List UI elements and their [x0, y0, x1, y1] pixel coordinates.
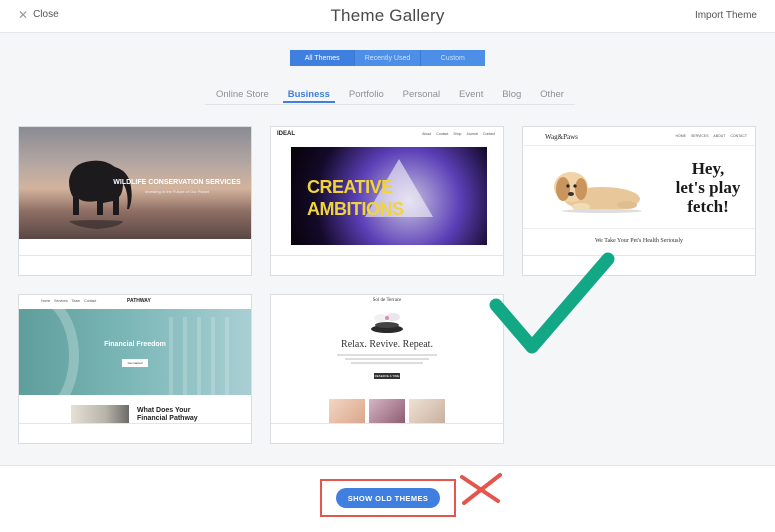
card-footer	[19, 255, 251, 275]
sol-logo: Sol de Terrace	[372, 298, 402, 303]
columns-shape	[169, 317, 239, 395]
sol-heading: Relax. Revive. Repeat.	[341, 339, 433, 350]
segment-recently-used[interactable]: Recently Used	[354, 50, 420, 66]
pathway-heading: Financial Freedom	[104, 341, 166, 348]
wag-hero-text: Hey, let's play fetch!	[663, 159, 753, 216]
wag-hero-line-2: let's play	[675, 178, 741, 197]
gallery-panel: All Themes Recently Used Custom Online S…	[0, 33, 775, 532]
pathway-section-heading: What Does Your Financial Pathway	[137, 407, 198, 423]
creative-nav: About Contact Shop Journal Contact	[422, 132, 495, 136]
tab-event[interactable]: Event	[454, 87, 488, 103]
wag-logo: Wag&Paws	[545, 133, 578, 141]
theme-card-creative[interactable]: IDEAL About Contact Shop Journal Contact…	[270, 126, 504, 276]
red-x-icon	[460, 473, 502, 505]
page-title: Theme Gallery	[330, 6, 445, 25]
orchid-stones-icon	[371, 313, 403, 333]
theme-thumbnail: WILDLIFE CONSERVATION SERVICES Investing…	[19, 127, 251, 255]
pathway-section-line-1: What Does Your	[137, 407, 191, 414]
theme-thumbnail: Sol de Terrace Relax. Revive. Repeat. RE…	[271, 295, 503, 423]
tab-personal[interactable]: Personal	[398, 87, 446, 103]
pathway-section-image	[71, 405, 129, 423]
creative-line-2: AMBITIONS	[307, 199, 404, 219]
category-tabs: Online Store Business Portfolio Personal…	[205, 87, 575, 105]
wag-subheading: We Take Your Pet's Health Seriously	[594, 238, 684, 244]
sol-photo-1	[329, 399, 365, 423]
wag-nav: HOME SERVICES ABOUT CONTACT	[675, 134, 747, 138]
theme-thumbnail: Wag&Paws HOME SERVICES ABOUT CONTACT Hey…	[523, 127, 755, 255]
wag-hero-line-1: Hey,	[691, 159, 725, 178]
pathway-nav: Home Services Team Contact	[41, 299, 97, 303]
creative-logo: IDEAL	[277, 131, 295, 137]
card-footer	[19, 423, 251, 443]
sol-photo-3	[409, 399, 445, 423]
puppy-icon	[554, 172, 642, 213]
theme-thumbnail: Home Services Team Contact PATHWAY Finan…	[19, 295, 251, 423]
card-footer	[271, 423, 503, 443]
tab-blog[interactable]: Blog	[497, 87, 526, 103]
theme-card-wildlife[interactable]: WILDLIFE CONSERVATION SERVICES Investing…	[18, 126, 252, 276]
card-footer	[271, 255, 503, 275]
import-theme-button[interactable]: Import Theme	[695, 10, 757, 21]
tab-online-store[interactable]: Online Store	[211, 87, 274, 103]
theme-card-pathway[interactable]: Home Services Team Contact PATHWAY Finan…	[18, 294, 252, 444]
wildlife-subheading: Investing in the Future of Our Planet	[144, 189, 210, 194]
segment-all-themes[interactable]: All Themes	[290, 50, 355, 66]
filter-segmented-control: All Themes Recently Used Custom	[290, 50, 485, 66]
theme-thumbnail: IDEAL About Contact Shop Journal Contact…	[271, 127, 503, 255]
creative-line-1: CREATIVE	[307, 177, 393, 197]
sol-body-text-placeholder	[337, 353, 437, 366]
pathway-section-line-2: Financial Pathway	[137, 415, 198, 422]
elephant-silhouette-icon	[69, 160, 132, 229]
sol-photo-2	[369, 399, 405, 423]
pathway-hero-image: Financial Freedom Get started	[19, 309, 251, 395]
theme-card-sol-de-terrace[interactable]: Sol de Terrace Relax. Revive. Repeat. RE…	[270, 294, 504, 444]
tab-portfolio[interactable]: Portfolio	[344, 87, 389, 103]
thumbnail-footer	[19, 239, 251, 255]
sol-cta-button: RESERVE A TIME	[374, 373, 400, 379]
creative-hero-image: CREATIVE AMBITIONS	[291, 147, 487, 245]
arch-shape	[19, 309, 79, 395]
pathway-cta-button: Get started	[122, 359, 148, 367]
show-old-themes-button[interactable]: SHOW OLD THEMES	[336, 488, 440, 508]
tab-other[interactable]: Other	[535, 87, 569, 103]
wag-hero-line-3: fetch!	[687, 197, 729, 216]
wildlife-heading: WILDLIFE CONSERVATION SERVICES	[113, 179, 241, 186]
tab-business[interactable]: Business	[282, 87, 335, 103]
pathway-logo: PATHWAY	[127, 298, 151, 304]
green-checkmark-icon	[489, 252, 615, 354]
header-bar: ✕ Close Theme Gallery Import Theme	[0, 0, 775, 33]
segment-custom[interactable]: Custom	[419, 50, 485, 66]
